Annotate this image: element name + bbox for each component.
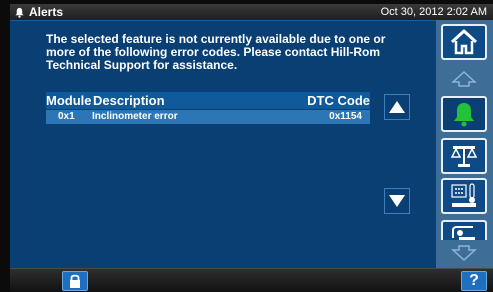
cell-description: Inclinometer error [92,111,178,122]
side-navigation [436,20,493,268]
cell-dtc-code: 0x1154 [329,111,362,122]
triangle-down-icon [389,195,405,207]
bell-icon [454,103,474,127]
lock-button[interactable] [62,271,88,291]
cell-module: 0x1 [58,111,75,122]
window-title: Alerts [14,5,63,19]
temperature-button[interactable] [441,178,487,214]
bottom-bar: ? [10,268,493,292]
column-module: Module [46,93,92,108]
column-dtc-code: DTC Code [307,93,370,108]
scale-icon [450,146,478,167]
home-button[interactable] [441,24,487,60]
triangle-up-icon [389,101,405,113]
error-table: Module Description DTC Code 0x1 Inclinom… [46,92,370,124]
alerts-button[interactable] [441,96,487,132]
table-row[interactable]: 0x1 Inclinometer error 0x1154 [46,110,370,124]
scale-button[interactable] [441,138,487,174]
alerts-panel: The selected feature is not currently av… [10,20,436,268]
lock-icon [70,274,80,288]
sidebar-scroll-up-icon[interactable] [449,70,479,88]
datetime: Oct 30, 2012 2:02 AM [380,6,487,18]
table-header: Module Description DTC Code [46,92,370,109]
scroll-down-button[interactable] [384,188,410,214]
scroll-up-button[interactable] [384,94,410,120]
title-text: Alerts [29,5,64,19]
title-bar: Alerts Oct 30, 2012 2:02 AM [10,4,493,20]
error-message: The selected feature is not currently av… [46,32,386,72]
sidebar-scroll-down-icon[interactable] [449,244,479,262]
patient-icon [452,226,475,240]
help-button[interactable]: ? [461,271,487,291]
patient-position-button[interactable] [441,220,487,240]
bell-icon [15,7,24,18]
thermometer-icon [451,183,476,207]
home-icon [450,29,478,55]
column-description: Description [93,93,165,108]
